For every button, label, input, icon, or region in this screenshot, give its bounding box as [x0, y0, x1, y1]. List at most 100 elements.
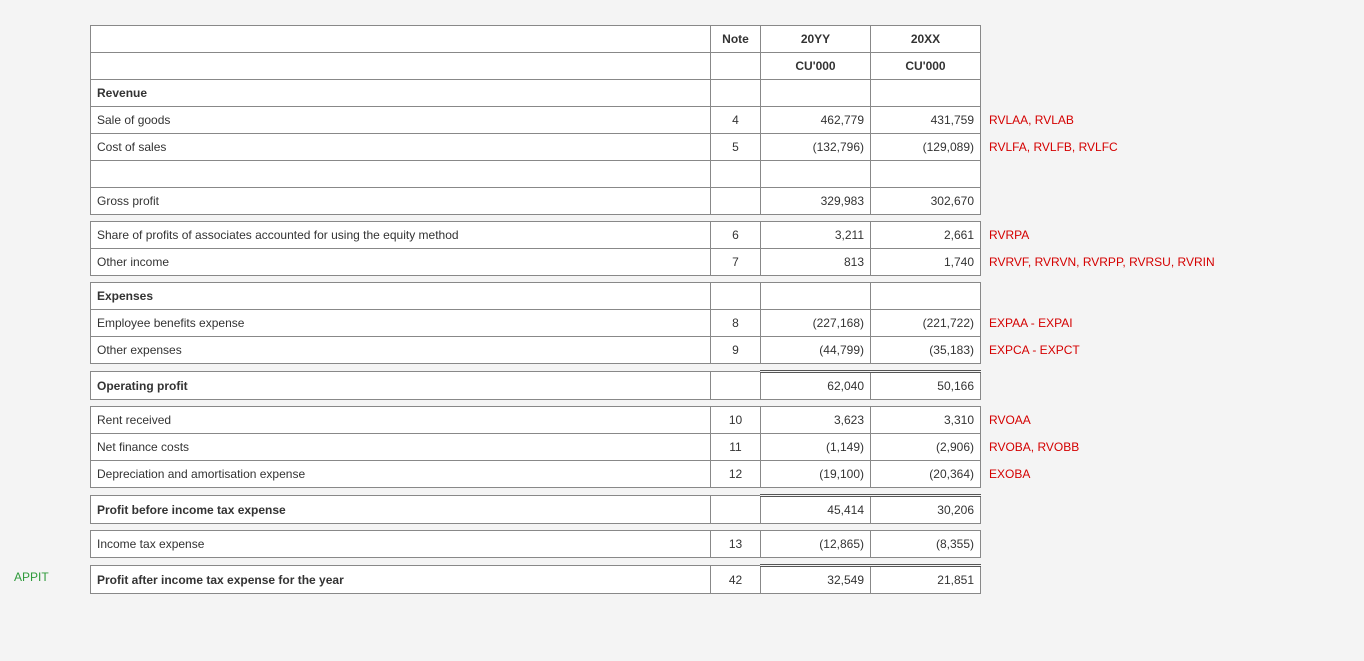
- row-blank: [91, 161, 1341, 188]
- annotation: RVOAA: [981, 407, 1341, 434]
- value-xx: (2,906): [871, 434, 981, 461]
- value-yy: 813: [761, 249, 871, 276]
- label: Gross profit: [91, 188, 711, 215]
- label: Cost of sales: [91, 134, 711, 161]
- header-blank: [91, 26, 711, 53]
- value-yy: (1,149): [761, 434, 871, 461]
- annotation: [981, 372, 1341, 400]
- annotation-blank: [981, 53, 1341, 80]
- row-employee-benefits: Employee benefits expense 8 (227,168) (2…: [91, 310, 1341, 337]
- cell: [871, 80, 981, 107]
- annotation: [981, 496, 1341, 524]
- header-xx: 20XX: [871, 26, 981, 53]
- annotation: RVOBA, RVOBB: [981, 434, 1341, 461]
- value-yy: 329,983: [761, 188, 871, 215]
- note: 9: [711, 337, 761, 364]
- annotation: [981, 283, 1341, 310]
- header-row-1: Note 20YY 20XX: [91, 26, 1341, 53]
- label: Employee benefits expense: [91, 310, 711, 337]
- annotation: [981, 188, 1341, 215]
- row-operating-profit: Operating profit 62,040 50,166: [91, 372, 1341, 400]
- note: 10: [711, 407, 761, 434]
- cell: [761, 80, 871, 107]
- cell: [711, 496, 761, 524]
- cell: [711, 161, 761, 188]
- header-note: Note: [711, 26, 761, 53]
- value-yy: (19,100): [761, 461, 871, 488]
- row-expenses-header: Expenses: [91, 283, 1341, 310]
- note: 13: [711, 531, 761, 558]
- label: Depreciation and amortisation expense: [91, 461, 711, 488]
- annotation: RVRPA: [981, 222, 1341, 249]
- label: Share of profits of associates accounted…: [91, 222, 711, 249]
- value-xx: 302,670: [871, 188, 981, 215]
- label: Income tax expense: [91, 531, 711, 558]
- row-profit-before-tax: Profit before income tax expense 45,414 …: [91, 496, 1341, 524]
- annotation: EXOBA: [981, 461, 1341, 488]
- cell: [871, 161, 981, 188]
- note: 7: [711, 249, 761, 276]
- cell: [711, 188, 761, 215]
- value-yy: 45,414: [761, 496, 871, 524]
- cell: [761, 283, 871, 310]
- annotation: RVLAA, RVLAB: [981, 107, 1341, 134]
- value-yy: 62,040: [761, 372, 871, 400]
- value-xx: (221,722): [871, 310, 981, 337]
- row-other-income: Other income 7 813 1,740 RVRVF, RVRVN, R…: [91, 249, 1341, 276]
- annotation: [981, 566, 1341, 594]
- value-xx: (8,355): [871, 531, 981, 558]
- value-yy: 462,779: [761, 107, 871, 134]
- value-xx: (35,183): [871, 337, 981, 364]
- note: 12: [711, 461, 761, 488]
- row-profit-after-tax: Profit after income tax expense for the …: [91, 566, 1341, 594]
- label-expenses: Expenses: [91, 283, 711, 310]
- label: Sale of goods: [91, 107, 711, 134]
- left-annotation: APPIT: [14, 570, 49, 584]
- value-xx: 30,206: [871, 496, 981, 524]
- annotation-blank: [981, 26, 1341, 53]
- income-statement-table: Note 20YY 20XX CU'000 CU'000 Revenue: [90, 25, 1341, 594]
- page: APPIT Note 20YY 20XX CU'000 CU'000: [0, 0, 1364, 661]
- label: Rent received: [91, 407, 711, 434]
- row-income-tax-expense: Income tax expense 13 (12,865) (8,355): [91, 531, 1341, 558]
- label: Operating profit: [91, 372, 711, 400]
- note: 11: [711, 434, 761, 461]
- label: Other income: [91, 249, 711, 276]
- row-net-finance-costs: Net finance costs 11 (1,149) (2,906) RVO…: [91, 434, 1341, 461]
- annotation: EXPAA - EXPAI: [981, 310, 1341, 337]
- label: Profit after income tax expense for the …: [91, 566, 711, 594]
- value-yy: (44,799): [761, 337, 871, 364]
- row-other-expenses: Other expenses 9 (44,799) (35,183) EXPCA…: [91, 337, 1341, 364]
- value-xx: (129,089): [871, 134, 981, 161]
- note: 42: [711, 566, 761, 594]
- header-row-2: CU'000 CU'000: [91, 53, 1341, 80]
- value-xx: 50,166: [871, 372, 981, 400]
- header-blank-2: [91, 53, 711, 80]
- cell: [871, 283, 981, 310]
- row-gross-profit: Gross profit 329,983 302,670: [91, 188, 1341, 215]
- income-statement-table-wrap: Note 20YY 20XX CU'000 CU'000 Revenue: [90, 25, 1341, 594]
- cell: [91, 161, 711, 188]
- header-yy-unit: CU'000: [761, 53, 871, 80]
- value-yy: (12,865): [761, 531, 871, 558]
- label: Other expenses: [91, 337, 711, 364]
- value-xx: 1,740: [871, 249, 981, 276]
- note: 6: [711, 222, 761, 249]
- row-rent-received: Rent received 10 3,623 3,310 RVOAA: [91, 407, 1341, 434]
- label-revenue: Revenue: [91, 80, 711, 107]
- label: Profit before income tax expense: [91, 496, 711, 524]
- row-revenue-header: Revenue: [91, 80, 1341, 107]
- cell: [711, 80, 761, 107]
- annotation: [981, 161, 1341, 188]
- value-xx: 431,759: [871, 107, 981, 134]
- value-yy: (227,168): [761, 310, 871, 337]
- value-xx: 3,310: [871, 407, 981, 434]
- cell: [711, 372, 761, 400]
- header-xx-unit: CU'000: [871, 53, 981, 80]
- cell: [761, 161, 871, 188]
- note: 5: [711, 134, 761, 161]
- header-note-blank: [711, 53, 761, 80]
- row-depreciation-amortisation: Depreciation and amortisation expense 12…: [91, 461, 1341, 488]
- annotation: EXPCA - EXPCT: [981, 337, 1341, 364]
- value-xx: 2,661: [871, 222, 981, 249]
